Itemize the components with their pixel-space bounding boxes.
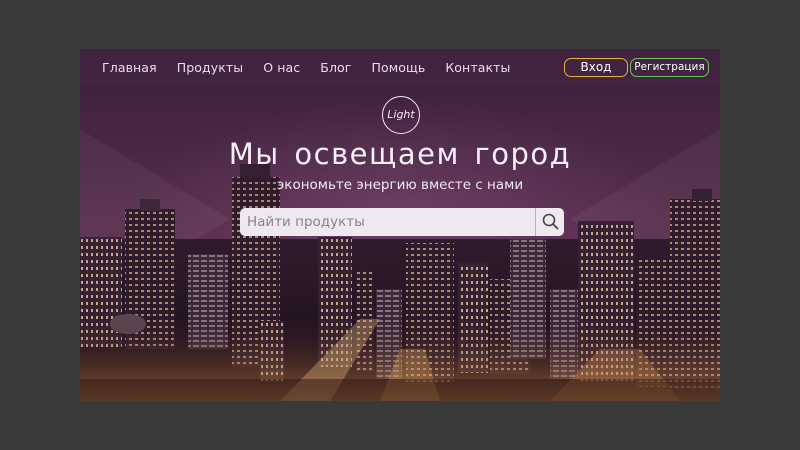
light-logo[interactable]: Light xyxy=(382,96,420,134)
search-icon xyxy=(542,213,559,230)
search-button[interactable] xyxy=(535,208,564,236)
nav-links: Главная Продукты О нас Блог Помощь Конта… xyxy=(102,49,530,85)
nav-link-about[interactable]: О нас xyxy=(263,60,300,75)
nav-link-help[interactable]: Помощь xyxy=(371,60,425,75)
register-button[interactable]: Регистрация xyxy=(630,58,709,77)
nav-link-blog[interactable]: Блог xyxy=(320,60,351,75)
hero-subheadline: экономьте энергию вместе с нами xyxy=(276,177,524,193)
nav-link-products[interactable]: Продукты xyxy=(177,60,244,75)
product-search-box xyxy=(240,208,564,236)
nav-link-contacts[interactable]: Контакты xyxy=(445,60,510,75)
landing-page: Главная Продукты О нас Блог Помощь Конта… xyxy=(80,49,720,401)
nav-link-home[interactable]: Главная xyxy=(102,60,157,75)
hero-headline: Мы освещаем город xyxy=(228,137,572,171)
product-search-input[interactable] xyxy=(240,208,530,236)
top-navigation: Главная Продукты О нас Блог Помощь Конта… xyxy=(80,49,720,85)
login-button[interactable]: Вход xyxy=(564,58,628,77)
